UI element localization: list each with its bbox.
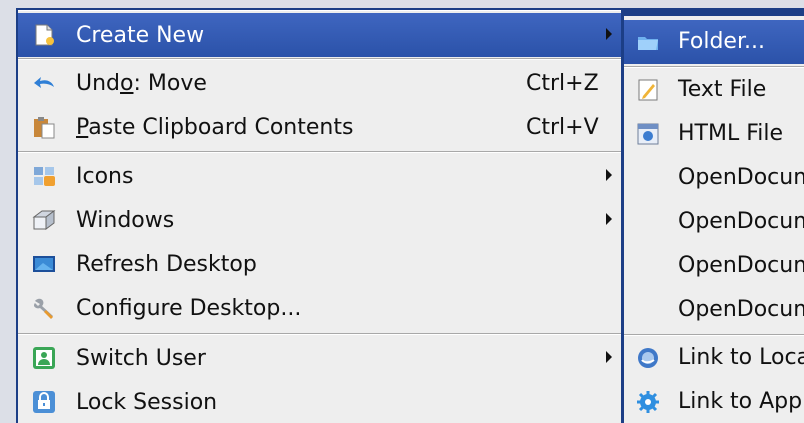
submenu-item-label: Folder... bbox=[678, 29, 765, 54]
submenu-item-link-to-application[interactable]: Link to Application bbox=[624, 380, 804, 423]
menu-item-label: Windows bbox=[76, 207, 175, 233]
label-part: : Move bbox=[133, 70, 207, 96]
shortcut-label: Ctrl+Z bbox=[526, 70, 599, 96]
submenu-item-html-file[interactable]: HTML File bbox=[624, 112, 804, 156]
submenu-item-opendocument[interactable]: OpenDocument bbox=[624, 288, 804, 332]
menu-item-label: Undo: Move bbox=[76, 71, 207, 96]
desktop: Create New Undo: Move Ctrl+Z Paste Clipb… bbox=[0, 0, 804, 423]
label-part: Und bbox=[76, 70, 121, 96]
submenu-item-label: OpenDocument bbox=[678, 297, 804, 322]
submenu-item-label: Link to Location bbox=[678, 345, 804, 370]
paste-clipboard-icon bbox=[32, 115, 56, 139]
submenu-item-link-to-location[interactable]: Link to Location bbox=[624, 336, 804, 380]
submenu-item-label: OpenDocument bbox=[678, 209, 804, 234]
switch-user-icon bbox=[32, 346, 56, 370]
submenu-item-label: OpenDocument bbox=[678, 165, 804, 190]
submenu-item-opendocument[interactable]: OpenDocument bbox=[624, 244, 804, 288]
link-application-icon bbox=[636, 390, 660, 414]
new-document-icon bbox=[32, 23, 56, 47]
html-file-icon bbox=[636, 122, 660, 146]
lock-icon bbox=[32, 390, 56, 414]
text-file-icon bbox=[636, 78, 660, 102]
menu-separator bbox=[18, 333, 621, 335]
menu-item-paste[interactable]: Paste Clipboard Contents Ctrl+V bbox=[18, 105, 621, 149]
menu-item-lock-session[interactable]: Lock Session bbox=[18, 380, 621, 423]
windows-icon bbox=[32, 208, 56, 232]
refresh-desktop-icon bbox=[32, 252, 56, 276]
link-location-icon bbox=[636, 346, 660, 370]
submenu-arrow-icon bbox=[606, 351, 612, 363]
submenu-item-label: OpenDocument bbox=[678, 253, 804, 278]
menu-separator bbox=[18, 151, 621, 153]
menu-item-switch-user[interactable]: Switch User bbox=[18, 336, 621, 380]
menu-item-label: Switch User bbox=[76, 345, 206, 371]
menu-item-icons[interactable]: Icons bbox=[18, 154, 621, 198]
menu-item-undo[interactable]: Undo: Move Ctrl+Z bbox=[18, 61, 621, 105]
wrench-icon bbox=[32, 296, 56, 320]
submenu-item-folder[interactable]: Folder... bbox=[624, 20, 804, 64]
mnemonic-letter: o bbox=[120, 70, 134, 96]
create-new-submenu: Folder... Text File HTML File OpenDocu O… bbox=[622, 16, 804, 423]
menu-item-label: Refresh Desktop bbox=[76, 251, 257, 277]
desktop-context-menu: Create New Undo: Move Ctrl+Z Paste Clipb… bbox=[18, 10, 621, 423]
submenu-item-label: Text File bbox=[678, 77, 767, 102]
menu-item-label: Paste Clipboard Contents bbox=[76, 115, 353, 140]
menu-item-create-new[interactable]: Create New bbox=[18, 13, 621, 57]
submenu-arrow-icon bbox=[606, 28, 612, 40]
menu-item-label: Icons bbox=[76, 163, 134, 189]
submenu-item-opendocument[interactable]: OpenDocument bbox=[624, 200, 804, 244]
undo-arrow-icon bbox=[32, 71, 56, 95]
submenu-arrow-icon bbox=[606, 169, 612, 181]
icons-folder-icon bbox=[32, 164, 56, 188]
submenu-item-text-file[interactable]: Text File bbox=[624, 68, 804, 112]
submenu-item-label: HTML File bbox=[678, 121, 784, 146]
submenu-item-label: Link to Application bbox=[678, 389, 804, 414]
menu-item-label: Create New bbox=[76, 22, 205, 48]
submenu-item-opendocument[interactable]: OpenDocument bbox=[624, 156, 804, 200]
menu-item-label: Lock Session bbox=[76, 389, 218, 415]
shortcut-label: Ctrl+V bbox=[526, 114, 599, 140]
mnemonic-letter: P bbox=[76, 114, 89, 140]
menu-item-windows[interactable]: Windows bbox=[18, 198, 621, 242]
menu-item-refresh-desktop[interactable]: Refresh Desktop bbox=[18, 242, 621, 286]
folder-icon bbox=[636, 30, 660, 54]
label-part: aste Clipboard Contents bbox=[88, 114, 354, 140]
menu-separator bbox=[18, 58, 621, 60]
submenu-arrow-icon bbox=[606, 213, 612, 225]
menu-item-configure-desktop[interactable]: Configure Desktop... bbox=[18, 286, 621, 330]
menu-item-label: Configure Desktop... bbox=[76, 295, 302, 321]
